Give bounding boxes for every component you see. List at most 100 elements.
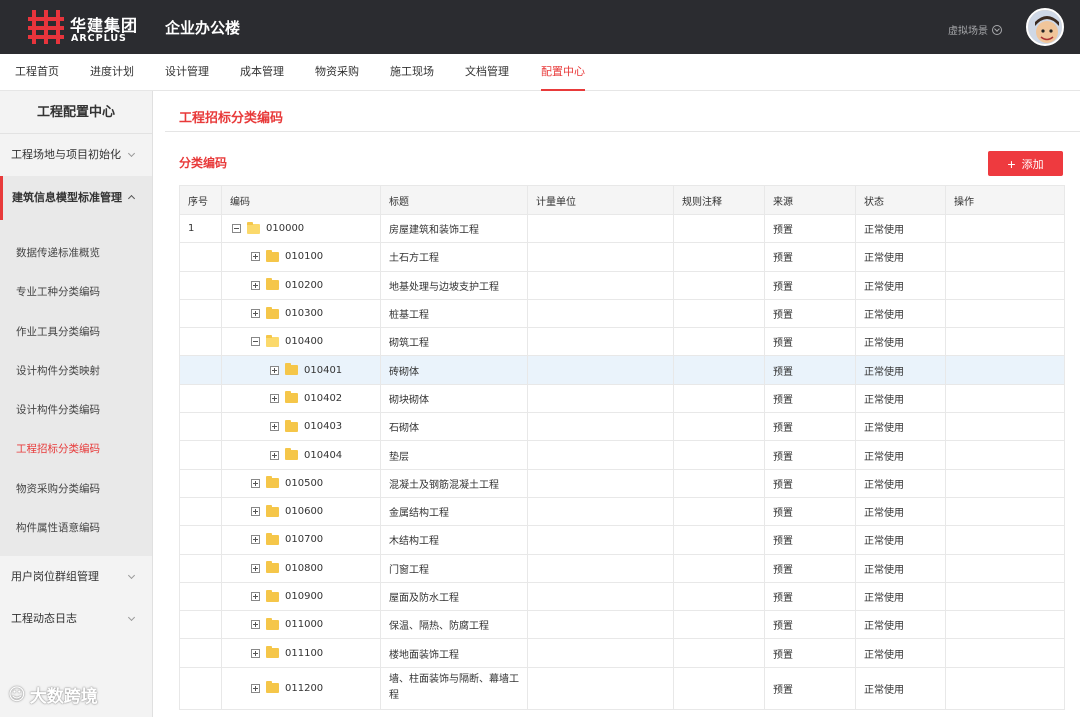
nav-item-procurement[interactable]: 物资采购 (315, 54, 359, 91)
sidebar-item-data-standard[interactable]: 数据传递标准概览 (0, 234, 152, 273)
scene-dropdown[interactable]: 虚拟场景 (948, 22, 1002, 37)
cell-status: 正常使用 (855, 440, 946, 470)
sidebar-item-bidding-codes[interactable]: 工程招标分类编码 (0, 430, 152, 469)
table-row[interactable]: 010402 砌块砌体 预置 正常使用 (179, 383, 1065, 414)
brand-name-en: ARCPLUS (71, 33, 127, 44)
cell-actions[interactable] (945, 666, 1065, 710)
cell-title: 木结构工程 (380, 525, 528, 555)
cell-actions[interactable] (945, 440, 1065, 470)
expand-icon[interactable] (251, 478, 260, 488)
cell-rule-notes (673, 581, 765, 612)
column-header-code[interactable]: 编码 (221, 185, 381, 215)
nav-item-home[interactable]: 工程首页 (15, 54, 59, 91)
cell-index (179, 298, 222, 329)
sidebar-item-component-mapping[interactable]: 设计构件分类映射 (0, 352, 152, 391)
cell-status: 正常使用 (855, 553, 946, 583)
table-row[interactable]: 010403 石砌体 预置 正常使用 (179, 412, 1065, 442)
sidebar-group-label: 用户岗位群组管理 (11, 570, 99, 584)
cell-actions[interactable] (945, 298, 1065, 329)
sidebar-group-site-init[interactable]: 工程场地与项目初始化 (0, 134, 152, 176)
table-row[interactable]: 010800 门窗工程 预置 正常使用 (179, 553, 1065, 583)
cell-actions[interactable] (945, 327, 1065, 357)
cell-actions[interactable] (945, 270, 1065, 300)
cell-source: 预置 (764, 610, 856, 640)
table-row[interactable]: 1 010000 房屋建筑和装饰工程 预置 正常使用 (179, 213, 1065, 244)
nav-item-design[interactable]: 设计管理 (165, 54, 209, 91)
expand-icon[interactable] (251, 648, 260, 658)
cell-actions[interactable] (945, 553, 1065, 583)
table-row[interactable]: 010300 桩基工程 预置 正常使用 (179, 298, 1065, 329)
app-title: 企业办公楼 (165, 19, 241, 37)
collapse-icon[interactable] (232, 224, 241, 234)
cell-actions[interactable] (945, 355, 1065, 385)
cell-actions[interactable] (945, 496, 1065, 527)
expand-icon[interactable] (251, 507, 260, 517)
cell-actions[interactable] (945, 213, 1065, 244)
expand-icon[interactable] (251, 280, 260, 290)
column-header-status[interactable]: 状态 (855, 185, 946, 215)
nav-item-cost[interactable]: 成本管理 (240, 54, 284, 91)
column-header-unit[interactable]: 计量单位 (527, 185, 674, 215)
expand-icon[interactable] (251, 620, 260, 630)
expand-icon[interactable] (251, 535, 260, 545)
expand-icon[interactable] (251, 592, 260, 601)
table-row[interactable]: 010200 地基处理与边坡支护工程 预置 正常使用 (179, 270, 1065, 300)
cell-actions[interactable] (945, 242, 1065, 272)
expand-icon[interactable] (251, 252, 260, 262)
cell-rule-notes (673, 383, 765, 414)
nav-item-config[interactable]: 配置中心 (541, 54, 585, 91)
nav-item-documents[interactable]: 文档管理 (465, 54, 509, 91)
table-row[interactable]: 010100 土石方工程 预置 正常使用 (179, 242, 1065, 272)
folder-icon (266, 278, 279, 291)
column-header-index[interactable]: 序号 (179, 185, 222, 215)
cell-actions[interactable] (945, 412, 1065, 442)
cell-actions[interactable] (945, 581, 1065, 612)
sidebar-item-attribute-codes[interactable]: 构件属性语意编码 (0, 509, 152, 548)
add-button[interactable]: + 添加 (988, 151, 1063, 176)
table-row[interactable]: 010404 垫层 预置 正常使用 (179, 440, 1065, 470)
cell-source: 预置 (764, 525, 856, 555)
cell-source: 预置 (764, 412, 856, 442)
table-row[interactable]: 011200 墙、柱面装饰与隔断、幕墙工程 预置 正常使用 (179, 666, 1065, 710)
sidebar-group-bim-standard[interactable]: 建筑信息模型标准管理 (0, 176, 152, 220)
expand-icon[interactable] (270, 365, 279, 375)
chevron-down-icon (127, 614, 136, 622)
cell-actions[interactable] (945, 638, 1065, 668)
cell-index (179, 638, 222, 668)
expand-icon[interactable] (270, 450, 279, 460)
sidebar-group-user-roles[interactable]: 用户岗位群组管理 (0, 556, 152, 598)
expand-icon[interactable] (251, 563, 260, 573)
expand-icon[interactable] (251, 309, 260, 319)
expand-icon[interactable] (251, 683, 260, 693)
table-row[interactable]: 010900 屋面及防水工程 预置 正常使用 (179, 581, 1065, 612)
cell-source: 预置 (764, 496, 856, 527)
cell-title: 房屋建筑和装饰工程 (380, 213, 528, 244)
sidebar-item-component-codes[interactable]: 设计构件分类编码 (0, 391, 152, 430)
cell-actions[interactable] (945, 468, 1065, 498)
table-row[interactable]: 010400 砌筑工程 预置 正常使用 (179, 327, 1065, 357)
cell-actions[interactable] (945, 610, 1065, 640)
table-row[interactable]: 010500 混凝土及钢筋混凝土工程 预置 正常使用 (179, 468, 1065, 498)
cell-actions[interactable] (945, 383, 1065, 414)
table-row[interactable]: 010600 金属结构工程 预置 正常使用 (179, 496, 1065, 527)
collapse-icon[interactable] (251, 337, 260, 347)
sidebar-group-activity-log[interactable]: 工程动态日志 (0, 598, 152, 640)
column-header-rule-notes[interactable]: 规则注释 (673, 185, 765, 215)
expand-icon[interactable] (270, 393, 279, 403)
cell-unit (527, 412, 674, 442)
column-header-actions[interactable]: 操作 (945, 185, 1065, 215)
nav-item-schedule[interactable]: 进度计划 (90, 54, 134, 91)
table-row[interactable]: 010700 木结构工程 预置 正常使用 (179, 525, 1065, 555)
column-header-title[interactable]: 标题 (380, 185, 528, 215)
sidebar-item-trade-codes[interactable]: 专业工种分类编码 (0, 273, 152, 312)
sidebar-item-tool-codes[interactable]: 作业工具分类编码 (0, 313, 152, 352)
table-row[interactable]: 011000 保温、隔热、防腐工程 预置 正常使用 (179, 610, 1065, 640)
expand-icon[interactable] (270, 422, 279, 432)
column-header-source[interactable]: 来源 (764, 185, 856, 215)
nav-item-site[interactable]: 施工现场 (390, 54, 434, 91)
table-row[interactable]: 010401 砖砌体 预置 正常使用 (179, 355, 1065, 385)
sidebar-item-procurement-codes[interactable]: 物资采购分类编码 (0, 470, 152, 509)
avatar[interactable] (1026, 8, 1064, 46)
table-row[interactable]: 011100 楼地面装饰工程 预置 正常使用 (179, 638, 1065, 668)
cell-actions[interactable] (945, 525, 1065, 555)
